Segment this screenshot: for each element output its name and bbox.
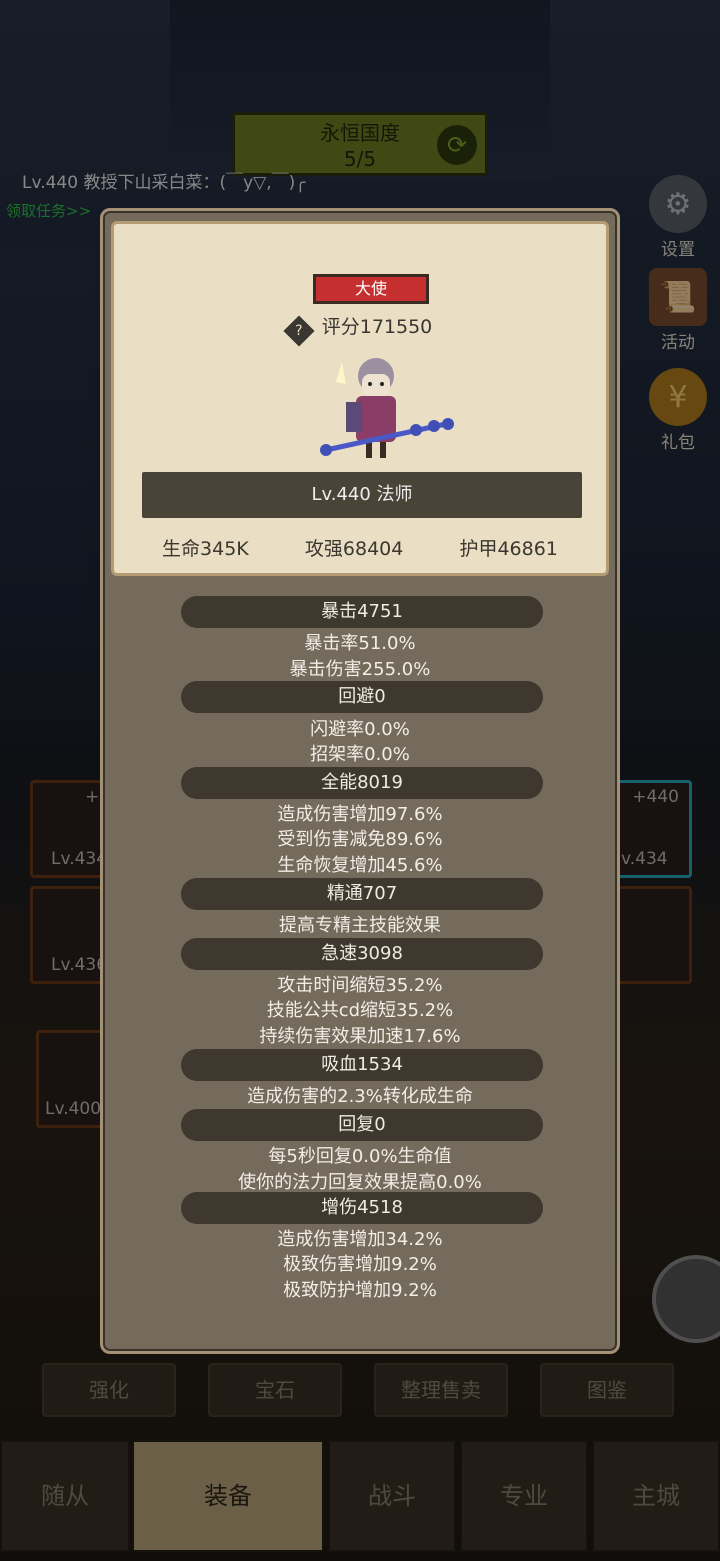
stat-line: 暴击率51.0% [304,633,416,654]
help-icon[interactable]: ? [283,315,315,347]
character-card: 大使 ? 评分171550 Lv.440 法师 生命345K 攻强68404 护甲… [111,221,609,576]
character-stats-popup: 大使 ? 评分171550 Lv.440 法师 生命345K 攻强68404 护甲… [100,208,620,1354]
stat-section-head: 精通707 [181,878,543,910]
stat-line: 极致伤害增加9.2% [283,1254,437,1275]
stat-line: 持续伤害效果加速17.6% [259,1026,461,1047]
stat-line: 使你的法力回复效果提高0.0% [238,1172,482,1193]
title-badge: 大使 [313,274,429,304]
core-stats: 生命345K 攻强68404 护甲46861 [114,534,606,561]
stat-section-head: 回复0 [181,1109,543,1141]
score-row: ? 评分171550 [114,312,606,347]
stat-line: 造成伤害的2.3%转化成生命 [247,1086,473,1107]
stat-line: 提高专精主技能效果 [279,915,441,936]
attack-stat: 攻强68404 [304,538,404,560]
score-value: 评分171550 [321,316,433,338]
stat-section-head: 回避0 [181,681,543,713]
stat-line: 招架率0.0% [310,744,410,765]
hp-stat: 生命345K [162,538,249,560]
stat-line: 闪避率0.0% [310,719,410,740]
stat-line: 生命恢复增加45.6% [277,855,443,876]
mage-character-sprite [320,358,454,458]
armor-stat: 护甲46861 [459,538,558,560]
stat-line: 极致防护增加9.2% [283,1280,437,1301]
level-class-bar: Lv.440 法师 [142,472,582,518]
stat-section-head: 暴击4751 [181,596,543,628]
stat-section-head: 全能8019 [181,767,543,799]
stat-line: 技能公共cd缩短35.2% [266,1000,454,1021]
stat-line: 受到伤害减免89.6% [277,829,443,850]
stat-section-head: 增伤4518 [181,1192,543,1224]
stat-line: 暴击伤害255.0% [289,659,431,680]
stat-section-head: 吸血1534 [181,1049,543,1081]
stat-section-head: 急速3098 [181,938,543,970]
stat-line: 造成伤害增加97.6% [277,804,443,825]
stat-line: 攻击时间缩短35.2% [277,975,443,996]
stat-line: 造成伤害增加34.2% [277,1229,443,1250]
stat-line: 每5秒回复0.0%生命值 [268,1146,452,1167]
